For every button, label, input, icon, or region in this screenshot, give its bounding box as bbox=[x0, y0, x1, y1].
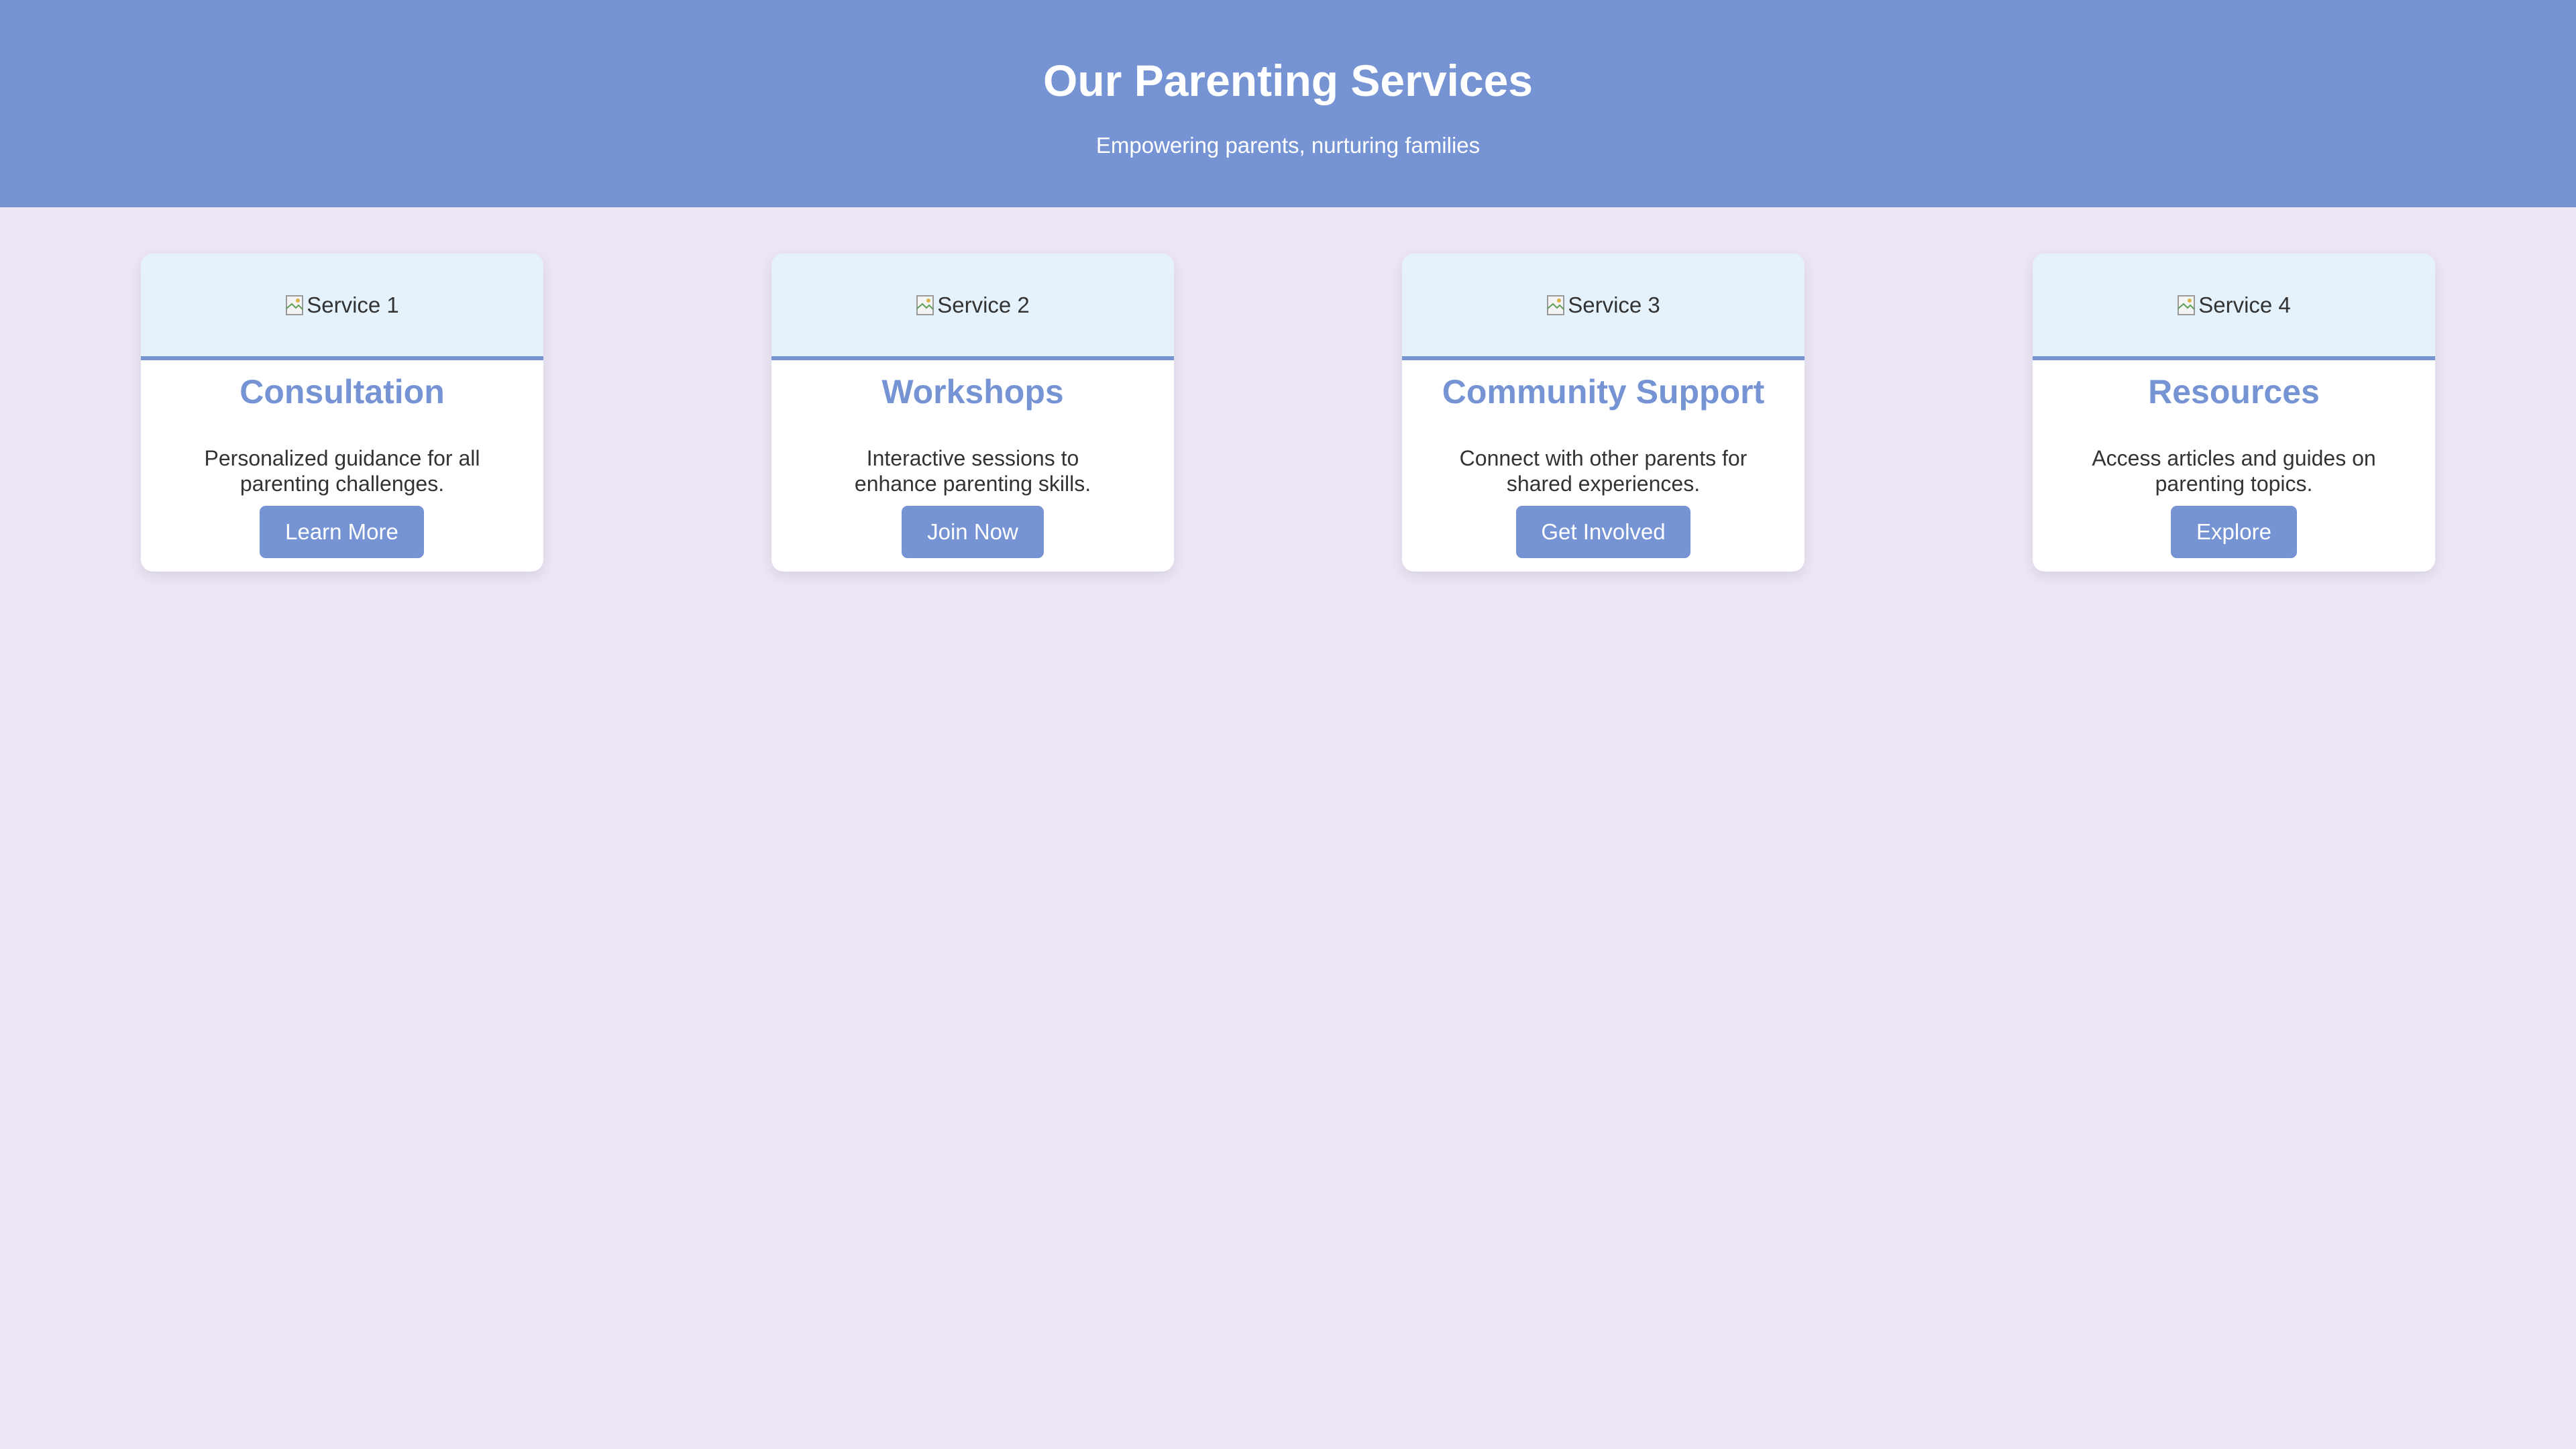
service-card-workshops: Service 2 Workshops Interactive sessions… bbox=[771, 254, 1174, 572]
service-image: Service 4 bbox=[2033, 254, 2435, 360]
join-now-button[interactable]: Join Now bbox=[902, 506, 1044, 558]
broken-image-icon bbox=[1546, 294, 1566, 317]
service-title: Community Support bbox=[1442, 373, 1765, 411]
service-title: Workshops bbox=[881, 373, 1064, 411]
service-image-alt-text: Service 1 bbox=[307, 292, 399, 317]
service-card-community-support: Service 3 Community Support Connect with… bbox=[1402, 254, 1805, 572]
service-image-alt-text: Service 4 bbox=[2198, 292, 2291, 317]
broken-image-icon bbox=[285, 294, 305, 317]
service-card-consultation: Service 1 Consultation Personalized guid… bbox=[141, 254, 543, 572]
service-title: Resources bbox=[2148, 373, 2320, 411]
service-card-resources: Service 4 Resources Access articles and … bbox=[2033, 254, 2435, 572]
service-image: Service 2 bbox=[771, 254, 1174, 360]
service-image: Service 3 bbox=[1402, 254, 1805, 360]
service-image-alt-text: Service 3 bbox=[1568, 292, 1660, 317]
get-involved-button[interactable]: Get Involved bbox=[1516, 506, 1690, 558]
broken-image-icon bbox=[916, 294, 936, 317]
service-description: Access articles and guides on parenting … bbox=[2092, 446, 2376, 496]
service-description: Interactive sessions to enhance parentin… bbox=[854, 446, 1091, 496]
services-grid: Service 1 Consultation Personalized guid… bbox=[0, 0, 2576, 1449]
service-title: Consultation bbox=[239, 373, 445, 411]
broken-image-icon bbox=[2177, 294, 2197, 317]
service-description: Personalized guidance for all parenting … bbox=[204, 446, 480, 496]
learn-more-button[interactable]: Learn More bbox=[260, 506, 424, 558]
service-image-alt-text: Service 2 bbox=[937, 292, 1030, 317]
explore-button[interactable]: Explore bbox=[2171, 506, 2297, 558]
service-image: Service 1 bbox=[141, 254, 543, 360]
service-description: Connect with other parents for shared ex… bbox=[1459, 446, 1748, 496]
